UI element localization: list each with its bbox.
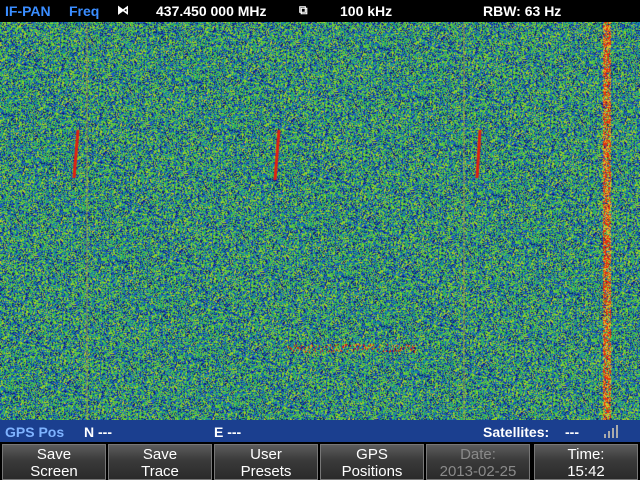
waterfall-display[interactable] <box>0 22 640 420</box>
span-value[interactable]: 100 kHz <box>340 3 392 19</box>
softkey-bar: Save Screen Save Trace User Presets GPS … <box>0 442 640 480</box>
rbw-value[interactable]: RBW: 63 Hz <box>483 3 561 19</box>
satellites-label: Satellites: <box>483 424 550 440</box>
save-screen-button[interactable]: Save Screen <box>2 444 106 480</box>
softkey-line1: Save <box>36 446 72 463</box>
softkey-line1: User <box>250 446 282 463</box>
softkey-line1: Date: <box>460 446 496 463</box>
center-frequency[interactable]: 437.450 000 MHz <box>156 3 267 19</box>
signal-strength-icon <box>604 424 618 438</box>
softkey-line2: Screen <box>30 463 78 480</box>
time-button[interactable]: Time: 15:42 <box>534 444 638 480</box>
save-trace-button[interactable]: Save Trace <box>108 444 212 480</box>
gps-positions-button[interactable]: GPS Positions <box>320 444 424 480</box>
satellites-value: --- <box>565 424 579 440</box>
softkey-line2: Positions <box>341 463 403 480</box>
softkey-line1: GPS <box>356 446 388 463</box>
gps-north: N --- <box>84 424 112 440</box>
parameter-label[interactable]: Freq <box>69 3 99 19</box>
softkey-line2: Presets <box>240 463 292 480</box>
mode-label[interactable]: IF-PAN <box>5 3 51 19</box>
user-presets-button[interactable]: User Presets <box>214 444 318 480</box>
softkey-line2: 15:42 <box>567 463 605 480</box>
center-marker-icon: ⧑ <box>117 3 129 17</box>
softkey-line2: 2013-02-25 <box>439 463 517 480</box>
date-button: Date: 2013-02-25 <box>426 444 530 480</box>
gps-label: GPS Pos <box>5 424 65 440</box>
softkey-line1: Save <box>142 446 178 463</box>
gps-east: E --- <box>214 424 242 440</box>
softkey-line2: Trace <box>141 463 179 480</box>
header-bar: IF-PAN Freq ⧑ 437.450 000 MHz ⧉ 100 kHz … <box>0 0 640 22</box>
gps-status-bar: GPS Pos N --- E --- Satellites: --- <box>0 420 640 442</box>
softkey-line1: Time: <box>567 446 605 463</box>
span-marker-icon: ⧉ <box>299 3 308 17</box>
